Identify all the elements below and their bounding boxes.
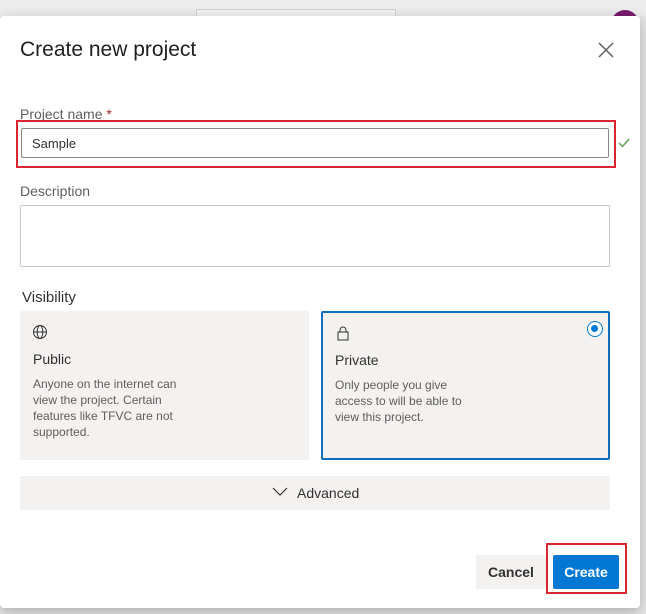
description-input[interactable] <box>20 205 610 267</box>
dialog-title: Create new project <box>20 38 197 61</box>
globe-icon <box>33 325 47 339</box>
lock-icon <box>337 326 349 341</box>
visibility-label: Visibility <box>22 289 76 306</box>
public-title: Public <box>33 351 72 367</box>
project-name-input[interactable] <box>21 128 609 158</box>
visibility-option-private[interactable]: Private Only people you give access to w… <box>321 311 610 460</box>
chevron-down-icon <box>272 487 288 496</box>
close-icon[interactable] <box>594 38 618 62</box>
advanced-label: Advanced <box>297 485 360 501</box>
public-description: Anyone on the internet can view the proj… <box>33 377 177 439</box>
create-project-dialog: Create new project Project name * Descri… <box>0 16 640 608</box>
visibility-option-public[interactable]: Public Anyone on the internet can view t… <box>20 311 309 460</box>
radio-selected-dot <box>591 325 598 332</box>
cancel-button[interactable]: Cancel <box>476 555 546 589</box>
description-label: Description <box>20 183 91 199</box>
private-title: Private <box>335 352 379 368</box>
checkmark-icon <box>618 138 630 148</box>
advanced-toggle[interactable]: Advanced <box>20 476 610 510</box>
private-radio[interactable] <box>587 321 603 337</box>
private-description: Only people you give access to will be a… <box>335 378 462 424</box>
create-button[interactable]: Create <box>553 555 619 589</box>
